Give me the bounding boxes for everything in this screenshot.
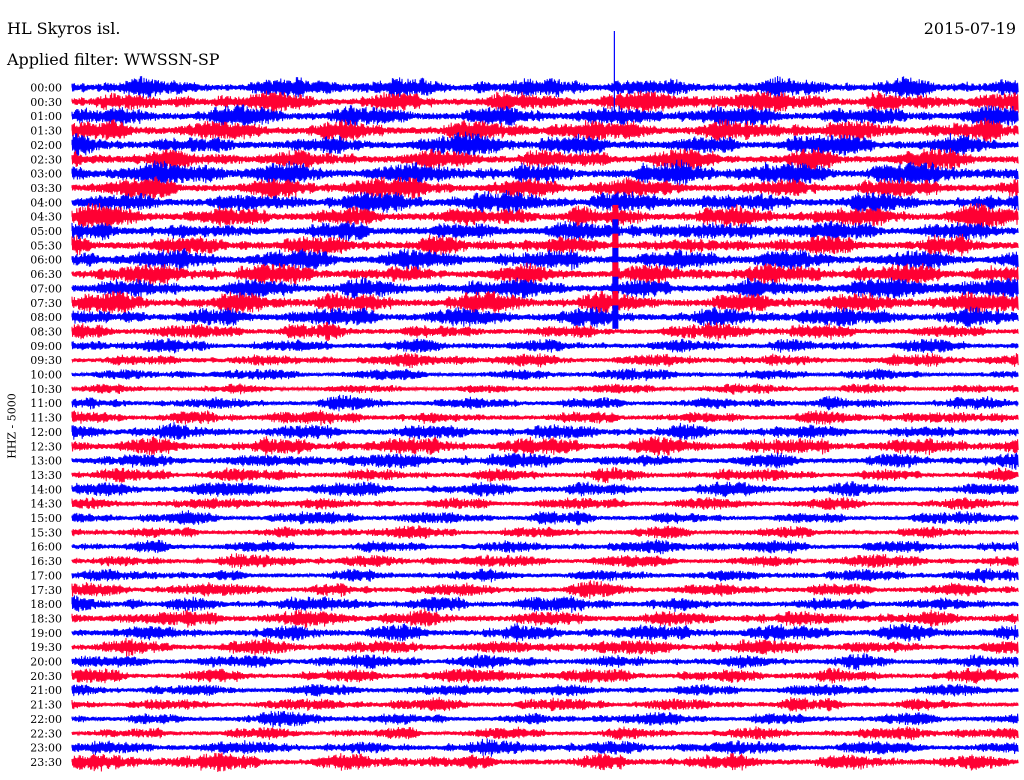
trace-row-1730 <box>71 580 1019 599</box>
trace-row-0800 <box>71 306 1019 329</box>
trace-row-1330 <box>71 466 1019 484</box>
row-time-label: 18:00 <box>30 598 62 611</box>
trace-row-2230 <box>71 726 1019 741</box>
row-time-label: 08:00 <box>30 311 62 324</box>
row-time-label: 07:00 <box>30 282 62 295</box>
row-time-label: 21:00 <box>30 684 62 697</box>
row-time-label: 04:00 <box>30 196 62 209</box>
row-time-label: 14:00 <box>30 483 62 496</box>
row-time-label: 21:30 <box>30 699 62 712</box>
trace-row-0930 <box>71 352 1019 369</box>
trace-row-1430 <box>71 497 1019 511</box>
row-time-label: 15:00 <box>30 512 62 525</box>
row-time-label: 12:00 <box>30 426 62 439</box>
row-time-label: 04:30 <box>30 211 62 224</box>
row-time-label: 10:00 <box>30 369 62 382</box>
trace-row-1400 <box>71 481 1019 498</box>
trace-row-1100 <box>71 394 1019 412</box>
row-time-label: 11:00 <box>30 397 62 410</box>
row-time-label: 17:00 <box>30 569 62 582</box>
row-time-label: 10:30 <box>30 383 62 396</box>
trace-row-1930 <box>71 637 1019 657</box>
row-time-label: 02:30 <box>30 153 62 166</box>
row-time-label: 06:30 <box>30 268 62 281</box>
trace-row-0000 <box>71 75 1019 100</box>
row-time-label: 00:30 <box>30 96 62 109</box>
row-time-label: 09:00 <box>30 340 62 353</box>
row-time-label: 14:30 <box>30 498 62 511</box>
trace-row-2330 <box>71 752 1019 773</box>
trace-row-1030 <box>71 383 1019 395</box>
row-time-label: 12:30 <box>30 440 62 453</box>
trace-row-1530 <box>71 525 1019 540</box>
row-time-label: 03:30 <box>30 182 62 195</box>
trace-row-1830 <box>71 608 1019 629</box>
row-time-label: 22:30 <box>30 727 62 740</box>
row-time-label: 00:00 <box>30 82 62 95</box>
trace-row-1300 <box>71 452 1019 470</box>
trace-row-1600 <box>71 539 1019 555</box>
trace-row-2300 <box>71 738 1019 757</box>
row-time-label: 20:00 <box>30 656 62 669</box>
trace-row-0900 <box>71 338 1019 354</box>
trace-row-1700 <box>71 568 1019 584</box>
trace-row-0700 <box>71 277 1019 300</box>
row-time-label: 16:00 <box>30 541 62 554</box>
trace-row-1130 <box>71 409 1019 426</box>
trace-row-1900 <box>71 622 1019 643</box>
row-time-label: 08:30 <box>30 325 62 338</box>
row-time-label: 01:00 <box>30 110 62 123</box>
trace-row-2130 <box>71 696 1019 712</box>
row-time-label: 06:00 <box>30 254 62 267</box>
trace-row-2030 <box>71 667 1019 684</box>
trace-row-2000 <box>71 653 1019 671</box>
row-time-label: 13:30 <box>30 469 62 482</box>
row-time-label: 07:30 <box>30 297 62 310</box>
row-time-label: 05:30 <box>30 239 62 252</box>
trace-row-0830 <box>71 322 1019 342</box>
trace-row-1000 <box>71 368 1019 382</box>
row-time-label: 03:00 <box>30 168 62 181</box>
row-time-label: 17:30 <box>30 584 62 597</box>
trace-row-2200 <box>71 710 1019 728</box>
trace-row-0630 <box>71 262 1019 287</box>
row-time-label: 16:30 <box>30 555 62 568</box>
row-time-label: 11:30 <box>30 412 62 425</box>
row-time-label: 22:00 <box>30 713 62 726</box>
row-time-label: 23:00 <box>30 742 62 755</box>
row-time-label: 01:30 <box>30 125 62 138</box>
row-time-label: 20:30 <box>30 670 62 683</box>
trace-row-1630 <box>71 553 1019 570</box>
helicorder-plot: 00:0000:3001:00 01:3002:0002:30 03:0003:30… <box>30 31 1019 773</box>
trace-row-1230 <box>71 436 1019 457</box>
row-time-label: 23:30 <box>30 756 62 769</box>
row-time-label: 19:00 <box>30 627 62 640</box>
row-time-label: 15:30 <box>30 526 62 539</box>
row-time-label: 13:00 <box>30 455 62 468</box>
trace-row-1200 <box>71 422 1019 441</box>
trace-layer <box>71 31 1019 773</box>
trace-row-2100 <box>71 683 1019 697</box>
row-time-label: 02:00 <box>30 139 62 152</box>
row-label-layer: 00:0000:3001:00 01:3002:0002:30 03:0003:30… <box>30 82 62 769</box>
row-time-label: 18:30 <box>30 612 62 625</box>
trace-row-0530 <box>71 233 1019 257</box>
row-time-label: 09:30 <box>30 354 62 367</box>
trace-row-1500 <box>71 510 1019 526</box>
row-time-label: 05:00 <box>30 225 62 238</box>
event-burst <box>612 305 619 329</box>
row-time-label: 19:30 <box>30 641 62 654</box>
trace-row-1800 <box>71 595 1019 613</box>
